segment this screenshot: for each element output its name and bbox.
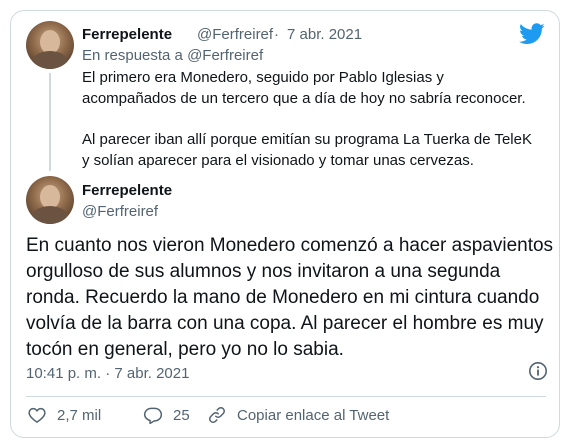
reply-tweet-body: El primero era Monedero, seguido por Pab… xyxy=(82,67,542,171)
reply-count: 25 xyxy=(173,406,190,424)
info-icon[interactable] xyxy=(528,361,548,381)
tweet-timestamp[interactable]: 10:41 p. m. · 7 abr. 2021 xyxy=(26,365,189,382)
comment-bubble-icon xyxy=(143,407,163,425)
tweet-date[interactable]: 7 abr. 2021 xyxy=(287,26,362,43)
author-handle[interactable]: @Ferfreiref xyxy=(197,26,273,43)
copy-link-button[interactable]: Copiar enlace al Tweet xyxy=(207,404,389,426)
twitter-bird-icon[interactable] xyxy=(519,23,545,45)
author-handle[interactable]: @Ferfreiref xyxy=(82,203,158,220)
in-reply-to-label[interactable]: En respuesta a @Ferfreiref xyxy=(82,47,263,64)
thread-connector-line xyxy=(49,73,51,171)
reply-paragraph: El primero era Monedero, seguido por Pab… xyxy=(82,69,526,107)
main-tweet-body: En cuanto nos vieron Monedero comenzó a … xyxy=(26,235,554,360)
like-count: 2,7 mil xyxy=(57,406,102,424)
avatar[interactable] xyxy=(26,21,74,69)
author-display-name[interactable]: Ferrepelente xyxy=(82,182,172,199)
divider xyxy=(26,396,546,397)
avatar[interactable] xyxy=(26,176,74,224)
embedded-tweet-card: Ferrepelente @Ferfreiref · 7 abr. 2021 E… xyxy=(10,10,560,438)
like-button[interactable]: 2,7 mil xyxy=(27,404,101,426)
reply-button[interactable]: 25 xyxy=(143,404,190,426)
meta-separator: · xyxy=(274,26,279,43)
author-display-name[interactable]: Ferrepelente xyxy=(82,26,172,43)
link-icon xyxy=(209,407,225,423)
reply-paragraph: Al parecer iban allí porque emitían su p… xyxy=(82,131,532,169)
heart-icon xyxy=(28,407,46,423)
copy-link-label: Copiar enlace al Tweet xyxy=(237,406,390,424)
